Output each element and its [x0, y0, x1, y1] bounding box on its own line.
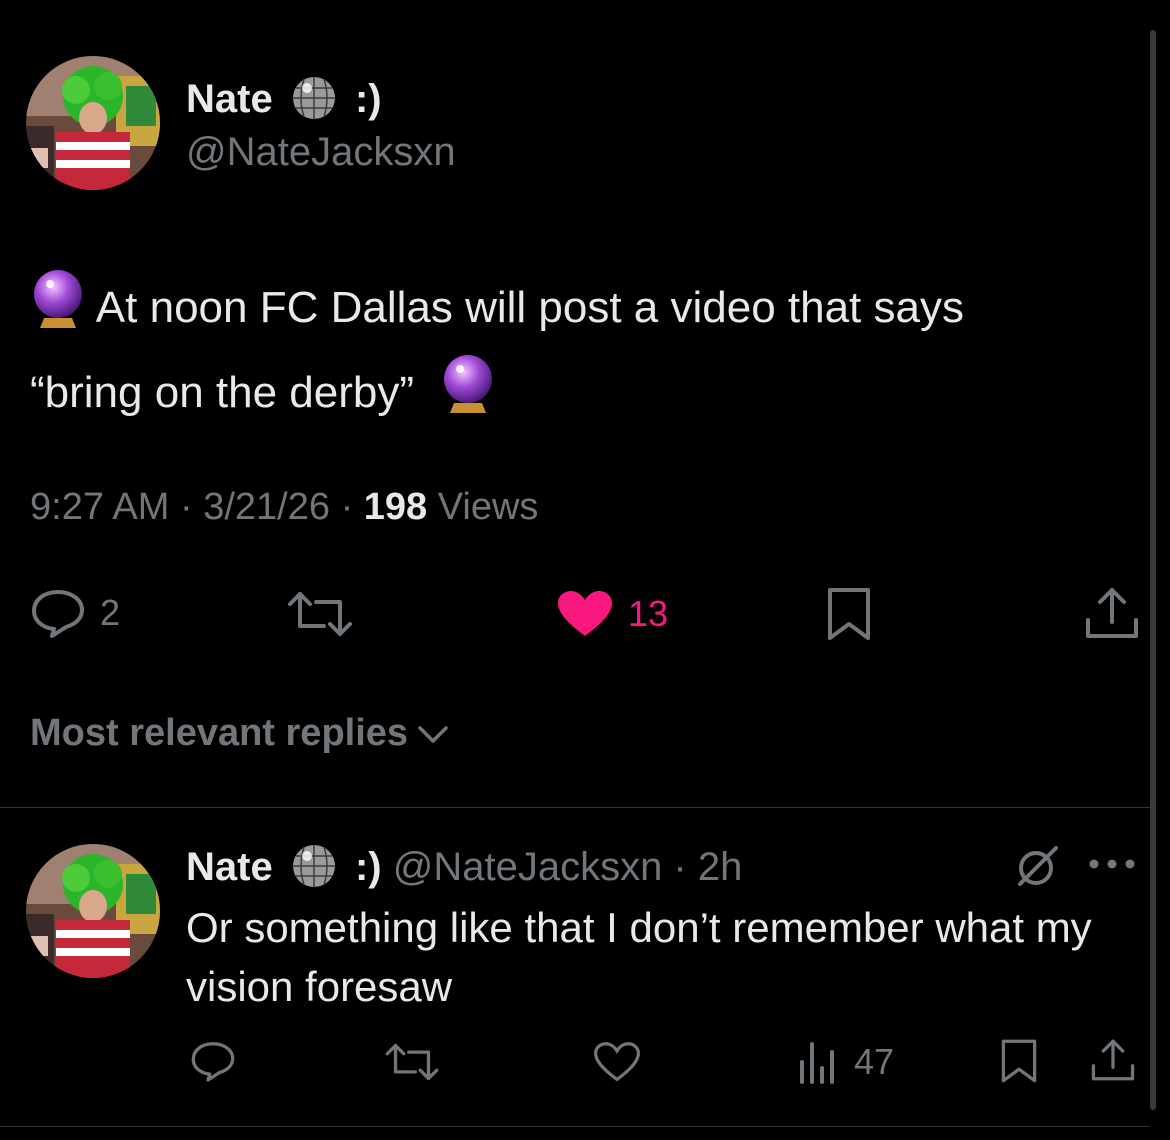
avatar[interactable]	[26, 56, 160, 190]
tweet-text-line1: At noon FC Dallas will post a video that…	[95, 283, 964, 333]
views-count: 198	[363, 486, 428, 528]
reply-author-name[interactable]: Nate	[186, 845, 273, 889]
reply-retweet-button[interactable]	[384, 1042, 440, 1087]
reply-avatar[interactable]	[26, 844, 160, 978]
like-button[interactable]: 13	[556, 590, 668, 638]
author-name[interactable]: Nate	[186, 77, 273, 121]
reply-views-button[interactable]: 47	[798, 1040, 894, 1084]
grok-button[interactable]	[1014, 842, 1062, 895]
share-button[interactable]	[1084, 586, 1140, 640]
author-name-row[interactable]: Nate :)	[186, 76, 382, 127]
reply-icon	[191, 1042, 235, 1082]
reply-handle-time[interactable]: @NateJacksxn · 2h	[393, 845, 743, 889]
tweet-text-line2: “bring on the derby”	[30, 368, 414, 418]
reply-icon	[32, 590, 84, 638]
reply-text: Or something like that I don’t remember …	[186, 904, 1092, 1010]
author-suffix: :)	[354, 77, 382, 122]
share-icon	[1086, 588, 1138, 638]
reply-views-count: 47	[854, 1041, 895, 1082]
reply-author-suffix: :)	[354, 845, 382, 890]
chevron-down-icon	[418, 725, 448, 743]
bookmark-icon	[1001, 1039, 1037, 1083]
views-label: Views	[437, 486, 539, 528]
share-icon	[1091, 1039, 1135, 1081]
reply-bookmark-button[interactable]	[1000, 1038, 1038, 1089]
reply-header: Nate :) @NateJacksxn · 2h	[186, 844, 742, 895]
tweet-time[interactable]: 9:27 AM	[30, 486, 169, 528]
separator: ·	[179, 486, 193, 528]
reply-count: 2	[100, 592, 121, 633]
more-icon	[1089, 859, 1135, 869]
divider	[0, 807, 1150, 808]
crystal-ball-icon	[440, 353, 496, 438]
reply-share-button[interactable]	[1090, 1038, 1136, 1087]
bookmark-icon	[828, 588, 870, 640]
heart-icon	[558, 591, 612, 636]
retweet-button[interactable]	[286, 590, 354, 638]
heart-icon	[593, 1042, 641, 1082]
retweet-icon	[288, 592, 352, 636]
sort-dropdown[interactable]: Most relevant replies	[30, 712, 450, 755]
disco-ball-icon	[290, 76, 338, 127]
crystal-ball-icon	[30, 268, 86, 353]
reply-button[interactable]: 2	[30, 588, 120, 638]
grok-icon	[1018, 846, 1058, 886]
more-button[interactable]	[1086, 856, 1138, 877]
scrollbar[interactable]	[1150, 30, 1156, 1110]
tweet-meta: 9:27 AM · 3/21/26 · 198 Views	[30, 488, 538, 526]
sort-label: Most relevant replies	[30, 712, 409, 754]
separator: ·	[340, 486, 354, 528]
retweet-icon	[385, 1043, 439, 1081]
reply-like-button[interactable]	[593, 1042, 641, 1087]
disco-ball-icon	[290, 844, 338, 895]
reply-reply-button[interactable]	[190, 1040, 236, 1087]
like-count: 13	[628, 593, 669, 634]
author-handle[interactable]: @NateJacksxn	[186, 132, 456, 172]
divider	[0, 1126, 1150, 1127]
views-icon	[800, 1042, 834, 1084]
tweet-text: At noon FC Dallas will post a video that…	[30, 268, 1130, 438]
tweet-date[interactable]: 3/21/26	[203, 486, 330, 528]
bookmark-button[interactable]	[826, 586, 872, 642]
